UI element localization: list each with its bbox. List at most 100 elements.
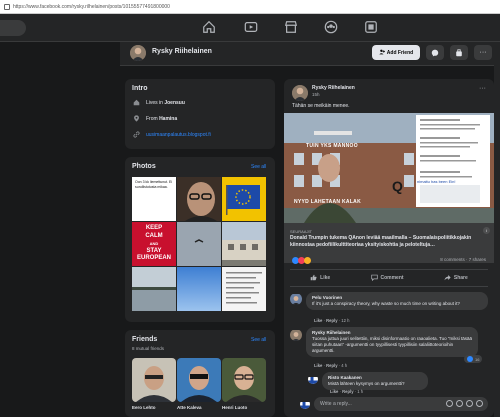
comment-author[interactable]: Pelu Vuorinen (312, 295, 482, 300)
photo-eu-flag[interactable] (222, 177, 266, 221)
comment-like-link[interactable]: Like (314, 318, 322, 323)
ellipsis-icon: ··· (479, 49, 487, 56)
comment-reply-link[interactable]: Reply (326, 318, 337, 323)
more-options-button[interactable]: ··· (474, 45, 492, 60)
reply-time[interactable]: 1 h (357, 389, 363, 394)
follow-button[interactable] (450, 45, 468, 60)
speech-bubble-icon (370, 274, 378, 283)
emoji-icon[interactable] (446, 400, 453, 407)
intro-from: From Hamina (133, 115, 177, 122)
friend-photo[interactable] (177, 358, 221, 402)
lock-icon (4, 3, 10, 10)
reaction-summary[interactable] (292, 257, 311, 264)
link-headline[interactable]: Donald Trumpin tukema QAnon leviää maail… (290, 235, 486, 248)
lives-prefix: Lives in (146, 99, 163, 106)
commenter-avatar[interactable] (290, 293, 302, 305)
like-button[interactable]: Like (310, 274, 330, 283)
comment-reaction-count[interactable]: 16 (464, 355, 483, 363)
friend-name[interactable]: Atte Kaleva (177, 405, 221, 410)
link-icon (133, 131, 140, 138)
comment-text: Tuossa juttua juuri selitettiin, miksi d… (312, 336, 473, 353)
commenter-avatar[interactable] (290, 329, 302, 341)
photos-card: Photos See all Oon 3 kk liemettunut. Ei … (125, 157, 275, 322)
comment-time[interactable]: 12 h (341, 318, 349, 323)
gaming-icon[interactable] (364, 20, 378, 34)
photo-document[interactable] (222, 267, 266, 311)
commenter-avatar[interactable] (308, 374, 318, 384)
photo-text-note[interactable]: Oon 3 kk liemettunut. Ei surullistutusta… (132, 177, 176, 221)
friend-name[interactable]: Eero Lehto (132, 405, 176, 410)
keep-calm-line-2: CALM (145, 232, 163, 239)
reply-input-tools (446, 400, 483, 407)
page-scrollbar[interactable] (494, 42, 500, 417)
photo-selfie[interactable] (177, 177, 221, 221)
share-label: Share (453, 275, 468, 281)
profile-header-bar: Rysky Riihelainen Add Friend ··· (120, 42, 500, 66)
sticker-icon[interactable] (476, 400, 483, 407)
profile-name[interactable]: Rysky Riihelainen (152, 48, 212, 55)
friends-see-all-link[interactable]: See all (251, 337, 266, 343)
intro-website: uusimaanpalautus.blogspot.fi (133, 131, 211, 138)
photo-lake[interactable] (132, 267, 176, 311)
photos-title: Photos (132, 163, 156, 170)
add-friend-button[interactable]: Add Friend (372, 45, 420, 60)
photo-building[interactable] (222, 222, 266, 266)
from-place[interactable]: Hamina (159, 116, 177, 122)
comment-like-link[interactable]: Like (314, 363, 322, 368)
messenger-icon (431, 44, 439, 62)
post-card: Rysky Riihelainen 15h ··· Tähän se meikä… (284, 79, 494, 417)
comment-share-counts[interactable]: 8 comments · 7 shares (440, 257, 486, 262)
home-icon[interactable] (202, 20, 216, 34)
post-author-name[interactable]: Rysky Riihelainen (312, 85, 355, 91)
message-button[interactable] (426, 45, 444, 60)
gif-icon[interactable] (466, 400, 473, 407)
top-navigation (0, 14, 500, 42)
thumbs-up-icon (310, 274, 317, 283)
groups-icon[interactable] (324, 20, 338, 34)
reply-like-link[interactable]: Like (330, 389, 338, 394)
comment-label: Comment (380, 275, 404, 281)
intro-lives: Lives in Joensuu (133, 99, 185, 106)
post-action-bar: Like Comment Share (290, 269, 488, 287)
reply-input[interactable]: Write a reply... (314, 397, 488, 411)
friend-card[interactable]: Henri Luoto (222, 358, 266, 410)
like-label: Like (320, 275, 331, 281)
comment-author[interactable]: Rysky Riihelainen (312, 330, 472, 335)
friend-name[interactable]: Henri Luoto (222, 405, 266, 410)
website-link[interactable]: uusimaanpalautus.blogspot.fi (146, 132, 211, 138)
reply-author[interactable]: Risto Kaakanen (328, 375, 422, 380)
info-icon[interactable]: i (483, 227, 490, 234)
photo-blue-sky[interactable] (177, 267, 221, 311)
keep-calm-line-3: AND (149, 241, 159, 246)
marketplace-icon[interactable] (284, 20, 298, 34)
friends-title: Friends (132, 336, 158, 343)
shared-link-image[interactable]: Q nimaitu has been Ein! TUIN YKS MANNOO … (284, 113, 494, 223)
camera-icon[interactable] (456, 400, 463, 407)
haha-reaction-icon (304, 257, 311, 264)
photo-sky-bird[interactable] (177, 222, 221, 266)
post-text: Tähän se meikäin menee. (292, 103, 350, 109)
comment-reply-link[interactable]: Reply (326, 363, 337, 368)
lives-place[interactable]: Joensuu (164, 100, 185, 106)
friend-card[interactable]: Atte Kaleva (177, 358, 221, 410)
watch-icon[interactable] (244, 20, 258, 34)
profile-avatar[interactable] (130, 45, 146, 61)
comment-actions: Like · Reply · 4 h (314, 363, 348, 368)
comment-actions: Like · Reply · 12 h (314, 318, 350, 323)
search-input[interactable] (0, 20, 26, 36)
comment-time[interactable]: 4 h (341, 363, 347, 368)
url-text[interactable]: https://www.facebook.com/rysky.rilhelain… (13, 4, 170, 10)
post-author-avatar[interactable] (292, 85, 308, 101)
photos-see-all-link[interactable]: See all (251, 164, 266, 170)
friend-card[interactable]: Eero Lehto (132, 358, 176, 410)
browser-url-bar[interactable]: https://www.facebook.com/rysky.rilhelain… (0, 0, 500, 14)
photo-keep-calm[interactable]: KEEP CALM AND STAY EUROPEAN (132, 222, 176, 266)
intro-title: Intro (132, 85, 148, 92)
friend-photo[interactable] (132, 358, 176, 402)
share-button[interactable]: Share (444, 274, 468, 283)
post-options-button[interactable]: ··· (479, 85, 486, 92)
friend-photo[interactable] (222, 358, 266, 402)
comment-button[interactable]: Comment (370, 274, 404, 283)
post-timestamp[interactable]: 15h (312, 92, 320, 97)
reply-reply-link[interactable]: Reply (342, 389, 353, 394)
